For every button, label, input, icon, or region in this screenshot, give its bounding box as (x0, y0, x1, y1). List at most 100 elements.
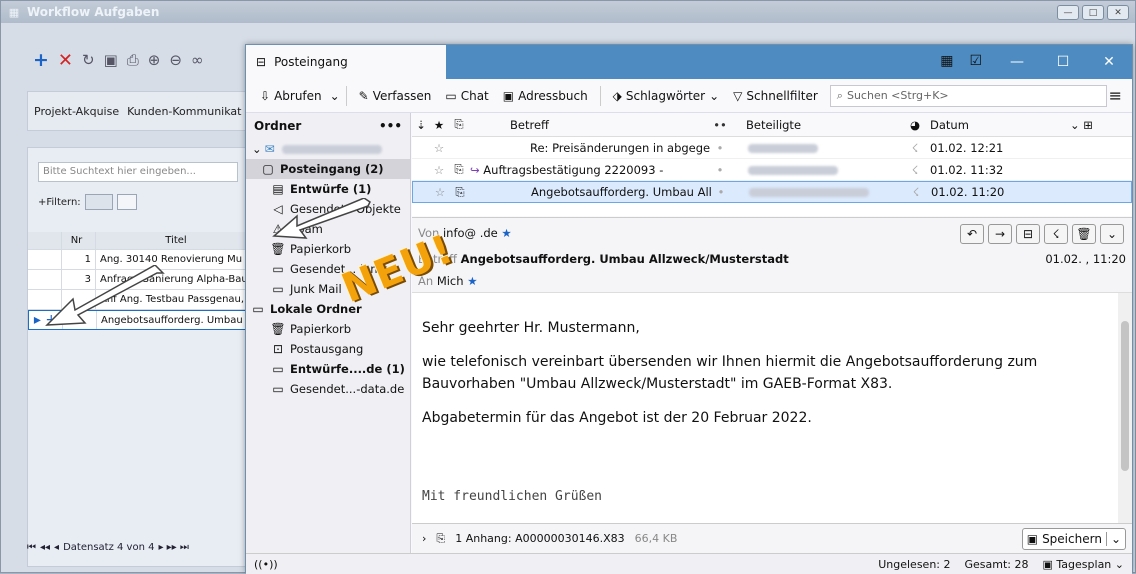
tab-inbox-label: Posteingang (274, 55, 348, 69)
tab-inbox[interactable]: ⊟ Posteingang (246, 45, 446, 79)
reply-icon[interactable]: ↶ (960, 224, 984, 244)
app-icon: ▦ (8, 5, 20, 19)
address-book-label: Adressbuch (518, 88, 588, 103)
minimize-button[interactable]: — (994, 54, 1040, 70)
col-titel[interactable]: Titel (96, 235, 252, 246)
folder-label: Lokale Ordner (270, 302, 362, 316)
prev-record-icon[interactable]: ◂ (54, 542, 59, 553)
tab-kunden-kommunikation[interactable]: Kunden-Kommunikat (127, 105, 241, 118)
read-dot[interactable]: • (711, 185, 731, 199)
message-row[interactable]: ☆ ⎘ ↪ Auftragsbestätigung 2220093 - • ☇ 01.0… (412, 159, 1132, 181)
next-record-icon[interactable]: ▸ ▸▸ ⏭ (158, 542, 188, 553)
close-button[interactable]: ✕ (1086, 54, 1132, 70)
add-icon[interactable]: + (33, 49, 49, 71)
star-icon[interactable]: ★ (501, 226, 511, 240)
folder-item[interactable]: ▭ Entwürfe....de (1) (246, 359, 410, 379)
more-actions-icon[interactable]: ⌄ (1100, 224, 1124, 244)
zoom-in-icon[interactable]: ⊕ (148, 51, 161, 69)
activity-icon[interactable]: ((•)) (246, 558, 278, 571)
chevron-down-icon[interactable]: ⌄ (1105, 532, 1121, 546)
close-button[interactable]: ✕ (1107, 5, 1129, 20)
junk-button-icon[interactable]: ☇ (1044, 224, 1068, 244)
archive-icon[interactable]: ⊟ (1016, 224, 1040, 244)
calendar-icon[interactable]: ▦ (940, 53, 953, 69)
maximize-button[interactable]: ☐ (1040, 54, 1086, 70)
attachment-name[interactable]: 1 Anhang: A00000030146.X83 (455, 532, 624, 545)
tags-button[interactable]: ⬗ Schlagwörter ⌄ (607, 83, 726, 109)
filter-field[interactable] (84, 194, 113, 210)
filter-toggle[interactable] (116, 194, 137, 210)
tasks-icon[interactable]: ☑ (969, 53, 982, 69)
prev-page-icon[interactable]: ◂◂ (40, 542, 50, 553)
today-pane-toggle[interactable]: ▣ Tagesplan ⌄ (1043, 558, 1125, 571)
folder-item[interactable]: 🗑 Papierkorb (246, 319, 410, 339)
col-nr[interactable]: Nr (62, 232, 96, 249)
folder-item[interactable]: ▤ Entwürfe (1) (246, 179, 410, 199)
folder-item[interactable]: ▭ Lokale Ordner (246, 299, 410, 319)
junk-icon[interactable]: ☇ (901, 185, 931, 199)
more-icon[interactable]: ••• (379, 119, 402, 133)
delete-icon[interactable]: ✕ (58, 50, 73, 71)
star-icon[interactable]: ★ (467, 274, 477, 288)
scroll-thumb[interactable] (1121, 321, 1129, 471)
forward-button-icon[interactable]: → (988, 224, 1012, 244)
folder-label: Postausgang (290, 342, 364, 356)
read-dot[interactable]: • (710, 163, 730, 177)
trash-icon[interactable]: 🗑 (1072, 224, 1096, 244)
binoculars-icon[interactable]: ∞ (191, 51, 204, 69)
folder-item[interactable]: ▢ Posteingang (2) (246, 159, 410, 179)
scrollbar[interactable] (1118, 293, 1132, 523)
search-input[interactable]: ⌕ Suchen <Strg+K> (829, 84, 1107, 107)
forward-icon: ↪ (470, 162, 484, 177)
row-title: Ang. 30140 Renovierung Mu (100, 254, 243, 265)
column-picker-icon[interactable]: ⌄ ⊞ (1070, 118, 1093, 132)
junk-column-icon[interactable]: ◕ (900, 118, 930, 132)
star-icon[interactable]: ☆ (431, 185, 449, 199)
folder-label: Entwürfe....de (1) (290, 362, 405, 376)
get-messages-label: Abrufen (274, 88, 322, 103)
message-row-selected[interactable]: ☆ ⎘ Angebotsaufforderg. Umbau Allzweck/Mu.… (412, 181, 1132, 203)
from-address[interactable]: info@ .de (443, 226, 498, 240)
print-icon[interactable]: ⎙ (127, 51, 139, 69)
folder-label: Papierkorb (290, 322, 352, 336)
star-column-icon[interactable]: ★ (430, 118, 448, 132)
address-book-button[interactable]: ▣ Adressbuch (497, 83, 594, 109)
folder-label: Gesendet...-data.de (290, 382, 405, 396)
col-correspondents[interactable]: Beteiligte (730, 118, 900, 132)
chevron-right-icon[interactable]: › (422, 532, 426, 545)
read-dot[interactable]: • (710, 141, 730, 155)
minimize-button[interactable]: — (1057, 5, 1079, 20)
folder-item[interactable]: ▭ Gesendet...-data.de (246, 379, 410, 399)
mail-toolbar: ⇩ Abrufen ⌄ ✎ Verfassen ▭ Chat ▣ Adressbuch … (246, 79, 1132, 113)
message-subject: Re: Preisänderungen in abgegebenen ... (530, 140, 710, 155)
save-icon[interactable]: ▣ (104, 51, 118, 69)
col-date[interactable]: Datum (930, 118, 1070, 132)
star-icon[interactable]: ☆ (430, 163, 448, 177)
attachment-column-icon[interactable]: ⎘ (448, 117, 470, 132)
junk-icon[interactable]: ☇ (900, 163, 930, 177)
refresh-icon[interactable]: ↻ (82, 51, 95, 69)
tab-projekt-akquise[interactable]: Projekt-Akquise (34, 105, 119, 118)
chat-button[interactable]: ▭ Chat (439, 83, 494, 109)
write-button[interactable]: ✎ Verfassen (353, 83, 438, 109)
quick-filter-button[interactable]: ▽ Schnellfilter (727, 83, 824, 109)
thread-column-icon[interactable]: ⇣ (412, 118, 430, 132)
first-record-icon[interactable]: ⏮ (27, 542, 36, 553)
folder-icon: ▢ (262, 162, 274, 176)
workflow-search-input[interactable]: Bitte Suchtext hier eingeben... (38, 162, 238, 182)
star-icon[interactable]: ☆ (430, 141, 448, 155)
message-row[interactable]: ☆ Re: Preisänderungen in abgegebenen ...•… (412, 137, 1132, 159)
filter-icon: ▽ (733, 88, 743, 103)
maximize-button[interactable]: □ (1082, 5, 1104, 20)
col-subject[interactable]: Betreff (470, 118, 710, 132)
zoom-out-icon[interactable]: ⊖ (169, 51, 182, 69)
app-menu-icon[interactable]: ≡ (1109, 86, 1122, 105)
save-attachment-button[interactable]: ▣ Speichern ⌄ (1021, 528, 1126, 550)
chevron-down-icon[interactable]: ⌄ (330, 89, 340, 103)
read-column-icon[interactable]: •• (710, 118, 730, 132)
account-row[interactable]: ⌄ ✉ (246, 139, 410, 159)
folder-item[interactable]: ⊡ Postausgang (246, 339, 410, 359)
get-messages-button[interactable]: ⇩ Abrufen (254, 83, 328, 109)
account-name-redacted (281, 144, 382, 154)
junk-icon[interactable]: ☇ (900, 141, 930, 155)
